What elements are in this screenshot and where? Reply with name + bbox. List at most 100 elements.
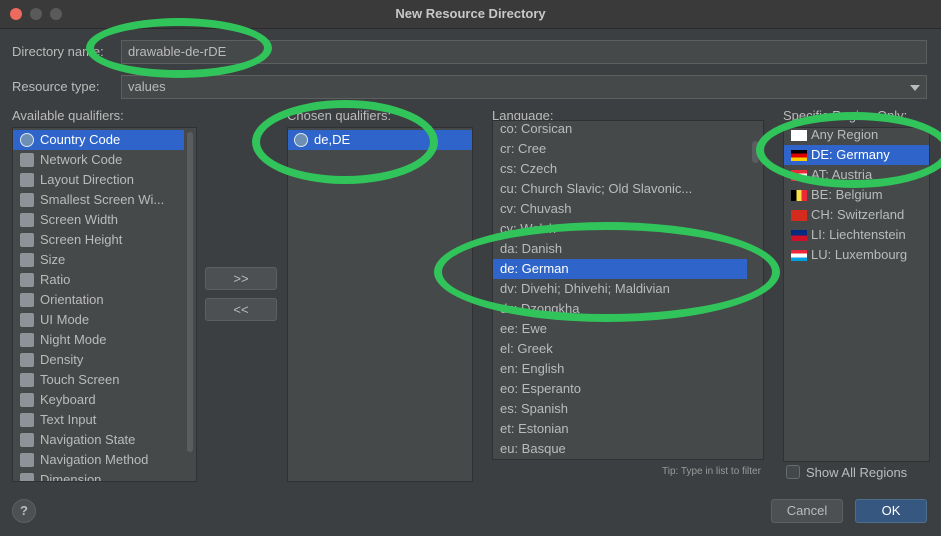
- smallest-screen-icon: [20, 193, 34, 207]
- list-item-label: Dimension: [40, 472, 102, 482]
- list-item-label: en: English: [500, 361, 565, 376]
- ok-button[interactable]: OK: [855, 499, 927, 523]
- list-item[interactable]: de: German: [493, 259, 747, 279]
- list-item[interactable]: da: Danish: [493, 239, 747, 259]
- list-item[interactable]: Ratio: [13, 270, 184, 290]
- list-item[interactable]: cr: Cree: [493, 139, 747, 159]
- list-item-label: CH: Switzerland: [811, 207, 905, 222]
- liechtenstein-flag-icon: [791, 230, 807, 241]
- region-list[interactable]: Any Region DE: Germany AT: Austria BE: Belg…: [783, 127, 930, 462]
- list-item[interactable]: Touch Screen: [13, 370, 184, 390]
- switzerland-flag-icon: [791, 210, 807, 221]
- list-item[interactable]: et: Estonian: [493, 419, 747, 439]
- directory-name-input[interactable]: drawable-de-rDE: [121, 40, 927, 64]
- list-item[interactable]: CH: Switzerland: [784, 205, 929, 225]
- globe-icon: [20, 133, 34, 147]
- list-item[interactable]: Layout Direction: [13, 170, 184, 190]
- list-item-label: BE: Belgium: [811, 187, 883, 202]
- list-item[interactable]: Night Mode: [13, 330, 184, 350]
- list-item[interactable]: dv: Divehi; Dhivehi; Maldivian: [493, 279, 747, 299]
- list-item[interactable]: eu: Basque: [493, 439, 747, 459]
- list-item[interactable]: en: English: [493, 359, 747, 379]
- list-item-label: Country Code: [40, 132, 121, 147]
- chosen-qualifiers-list[interactable]: de,DE: [287, 127, 473, 482]
- list-item[interactable]: cu: Church Slavic; Old Slavonic...: [493, 179, 747, 199]
- list-item-label: Smallest Screen Wi...: [40, 192, 165, 207]
- list-item[interactable]: Screen Height: [13, 230, 184, 250]
- list-item[interactable]: eo: Esperanto: [493, 379, 747, 399]
- list-item[interactable]: cs: Czech: [493, 159, 747, 179]
- list-item[interactable]: Country Code: [13, 130, 184, 150]
- available-qualifiers-label: Available qualifiers:: [12, 108, 124, 123]
- show-all-regions-checkbox[interactable]: [786, 465, 800, 479]
- blank-flag-icon: [791, 130, 807, 141]
- resource-type-select[interactable]: values: [121, 75, 927, 99]
- add-qualifier-button[interactable]: >>: [205, 267, 277, 290]
- chevron-down-icon: [910, 85, 920, 91]
- list-item[interactable]: es: Spanish: [493, 399, 747, 419]
- size-icon: [20, 253, 34, 267]
- language-list[interactable]: co: Corsican cr: Cree cs: Czech cu: Church …: [492, 120, 764, 460]
- list-item-label: eo: Esperanto: [500, 381, 581, 396]
- list-item[interactable]: Density: [13, 350, 184, 370]
- density-icon: [20, 353, 34, 367]
- list-item-label: Ratio: [40, 272, 71, 287]
- screen-height-icon: [20, 233, 34, 247]
- list-item[interactable]: LU: Luxembourg: [784, 245, 929, 265]
- list-item-label: Orientation: [40, 292, 104, 307]
- language-scrollbar[interactable]: [752, 141, 759, 163]
- list-item[interactable]: Keyboard: [13, 390, 184, 410]
- list-item[interactable]: DE: Germany: [784, 145, 929, 165]
- network-icon: [20, 153, 34, 167]
- list-item-label: cv: Chuvash: [500, 201, 572, 216]
- title-bar: New Resource Directory: [0, 0, 941, 29]
- list-item[interactable]: co: Corsican: [493, 121, 747, 139]
- list-item[interactable]: Orientation: [13, 290, 184, 310]
- cancel-button[interactable]: Cancel: [771, 499, 843, 523]
- list-item-label: es: Spanish: [500, 401, 568, 416]
- help-button[interactable]: ?: [12, 499, 36, 523]
- list-item[interactable]: Dimension: [13, 470, 184, 482]
- list-item[interactable]: UI Mode: [13, 310, 184, 330]
- list-item[interactable]: de,DE: [288, 130, 472, 150]
- list-item[interactable]: Screen Width: [13, 210, 184, 230]
- list-item[interactable]: ee: Ewe: [493, 319, 747, 339]
- ratio-icon: [20, 273, 34, 287]
- list-item[interactable]: Text Input: [13, 410, 184, 430]
- list-item-label: Keyboard: [40, 392, 96, 407]
- list-item-label: Any Region: [811, 127, 879, 142]
- list-item[interactable]: cy: Welsh: [493, 219, 747, 239]
- list-item[interactable]: el: Greek: [493, 339, 747, 359]
- screen-width-icon: [20, 213, 34, 227]
- list-item[interactable]: Navigation Method: [13, 450, 184, 470]
- orientation-icon: [20, 293, 34, 307]
- list-item[interactable]: LI: Liechtenstein: [784, 225, 929, 245]
- list-item[interactable]: dz: Dzongkha: [493, 299, 747, 319]
- resource-type-value: values: [128, 79, 166, 94]
- list-item[interactable]: Size: [13, 250, 184, 270]
- list-item[interactable]: cv: Chuvash: [493, 199, 747, 219]
- list-item[interactable]: Any Region: [784, 127, 929, 145]
- list-item-label: Navigation Method: [40, 452, 149, 467]
- available-qualifiers-list[interactable]: Country Code Network Code Layout Direction…: [12, 127, 197, 482]
- list-item[interactable]: Navigation State: [13, 430, 184, 450]
- list-item[interactable]: AT: Austria: [784, 165, 929, 185]
- belgium-flag-icon: [791, 190, 807, 201]
- night-mode-icon: [20, 333, 34, 347]
- resource-type-label: Resource type:: [12, 79, 100, 94]
- text-input-icon: [20, 413, 34, 427]
- dimension-icon: [20, 473, 34, 481]
- list-item-label: Night Mode: [40, 332, 107, 347]
- available-qualifiers-scrollbar[interactable]: [187, 132, 193, 452]
- list-item[interactable]: Network Code: [13, 150, 184, 170]
- list-item-label: ee: Ewe: [500, 321, 547, 336]
- list-item-label: dv: Divehi; Dhivehi; Maldivian: [500, 281, 670, 296]
- germany-flag-icon: [791, 150, 807, 161]
- list-item-label: Size: [40, 252, 66, 267]
- list-item[interactable]: Smallest Screen Wi...: [13, 190, 184, 210]
- list-item-label: eu: Basque: [500, 441, 566, 456]
- remove-qualifier-button[interactable]: <<: [205, 298, 277, 321]
- list-item-label: co: Corsican: [500, 121, 573, 136]
- list-item[interactable]: BE: Belgium: [784, 185, 929, 205]
- navigation-method-icon: [20, 453, 34, 467]
